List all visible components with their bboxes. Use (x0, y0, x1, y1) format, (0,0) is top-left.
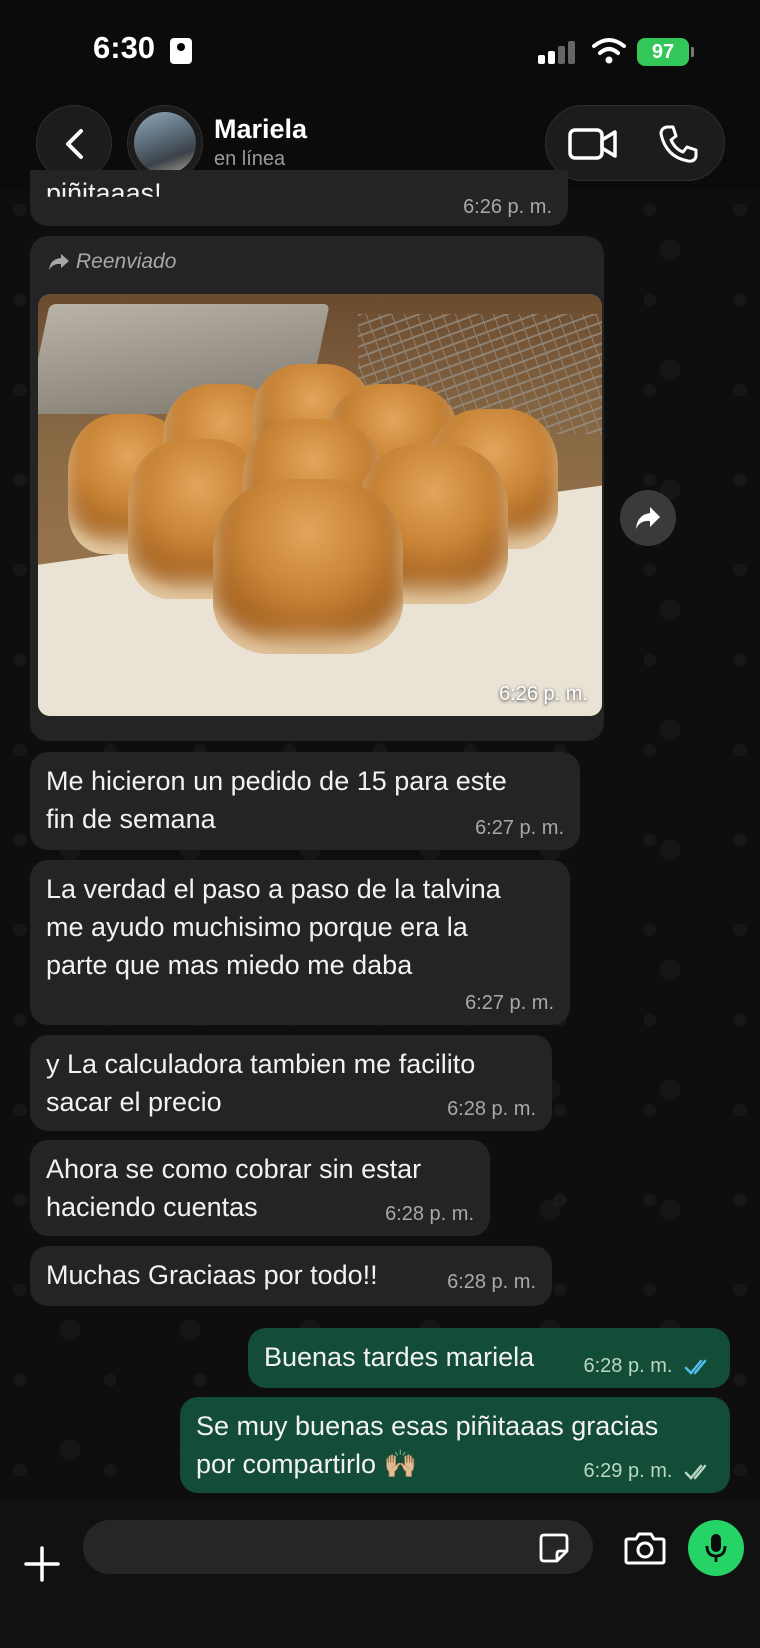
call-buttons (545, 105, 725, 181)
status-bar: 6:30 97 (0, 0, 760, 100)
camera-icon[interactable] (624, 1530, 666, 1566)
contact-name[interactable]: Mariela (214, 114, 307, 145)
microphone-button[interactable] (688, 1520, 744, 1576)
forward-icon (49, 254, 69, 270)
message-time-row: 6:28 p. m. (584, 1355, 715, 1378)
status-time: 6:30 (93, 30, 156, 65)
read-check-icon (684, 1359, 707, 1375)
delivered-check-icon (684, 1464, 707, 1480)
message-line: Muchas Graciaas por todo!! (46, 1260, 378, 1290)
message-line: La verdad el paso a paso de la talvina (46, 874, 501, 904)
message-line: me ayudo muchisimo porque era la (46, 912, 468, 942)
avatar-image (134, 112, 196, 174)
battery-indicator: 97 (637, 38, 694, 66)
phone-icon[interactable] (658, 124, 698, 164)
video-call-icon[interactable] (568, 126, 618, 162)
message-time: 6:27 p. m. (465, 992, 554, 1014)
message-line: Buenas tardes mariela (264, 1342, 535, 1372)
contact-status: en línea (214, 148, 286, 170)
message-time: 6:28 p. m. (447, 1098, 536, 1120)
message-line: haciendo cuentas (46, 1192, 258, 1222)
forwarded-label: Reenviado (48, 250, 176, 274)
bread-roll (213, 479, 403, 654)
message-bubble-incoming[interactable]: y La calculadora tambien me facilito sac… (30, 1035, 552, 1131)
message-bubble-incoming[interactable]: Ahora se como cobrar sin estar haciendo … (30, 1140, 490, 1236)
share-button[interactable] (620, 490, 676, 546)
message-bubble-image[interactable]: Reenviado 6:26 p. m. (30, 236, 604, 741)
message-bubble-incoming[interactable]: La verdad el paso a paso de la talvina m… (30, 860, 570, 1025)
message-line: Ahora se como cobrar sin estar (46, 1154, 422, 1184)
message-line: y La calculadora tambien me facilito (46, 1049, 476, 1079)
message-line: por compartirlo 🙌🏼 (196, 1449, 418, 1479)
id-card-icon (170, 38, 192, 64)
message-text: piñitaaas! (46, 178, 162, 208)
message-time: 6:27 p. m. (475, 817, 564, 839)
message-line: sacar el precio (46, 1087, 222, 1117)
message-line: parte que mas miedo me daba (46, 950, 413, 980)
message-bubble-outgoing[interactable]: Buenas tardes mariela 6:28 p. m. (248, 1328, 730, 1388)
message-time: 6:29 p. m. (583, 1460, 673, 1482)
message-line: Se muy buenas esas piñitaaas gracias (196, 1411, 659, 1441)
message-time: 6:28 p. m. (385, 1203, 474, 1225)
plus-icon[interactable] (22, 1544, 62, 1584)
message-bubble-incoming[interactable]: Me hicieron un pedido de 15 para este fi… (30, 752, 580, 850)
message-bubble-incoming[interactable]: piñitaaas! 6:26 p. m. (30, 170, 568, 226)
message-line: Me hicieron un pedido de 15 para este (46, 766, 507, 796)
back-chevron-icon (66, 129, 83, 159)
sticker-icon[interactable] (538, 1532, 570, 1564)
microphone-icon (705, 1534, 727, 1562)
message-time-row: 6:29 p. m. (584, 1460, 715, 1483)
composer-bar (0, 1500, 760, 1648)
bread-photo[interactable]: 6:26 p. m. (38, 294, 602, 716)
message-bubble-outgoing[interactable]: Se muy buenas esas piñitaaas gracias por… (180, 1397, 730, 1493)
forwarded-text: Reenviado (76, 250, 177, 273)
message-time: 6:28 p. m. (583, 1355, 673, 1377)
wifi-icon (592, 38, 626, 64)
message-time: 6:26 p. m. (463, 196, 552, 218)
share-icon (636, 507, 660, 529)
message-input[interactable] (83, 1520, 593, 1574)
signal-icon (538, 40, 578, 64)
message-time: 6:26 p. m. (499, 683, 588, 705)
message-bubble-incoming[interactable]: Muchas Graciaas por todo!! 6:28 p. m. (30, 1246, 552, 1306)
message-time: 6:28 p. m. (447, 1271, 536, 1293)
message-line: fin de semana (46, 804, 216, 834)
